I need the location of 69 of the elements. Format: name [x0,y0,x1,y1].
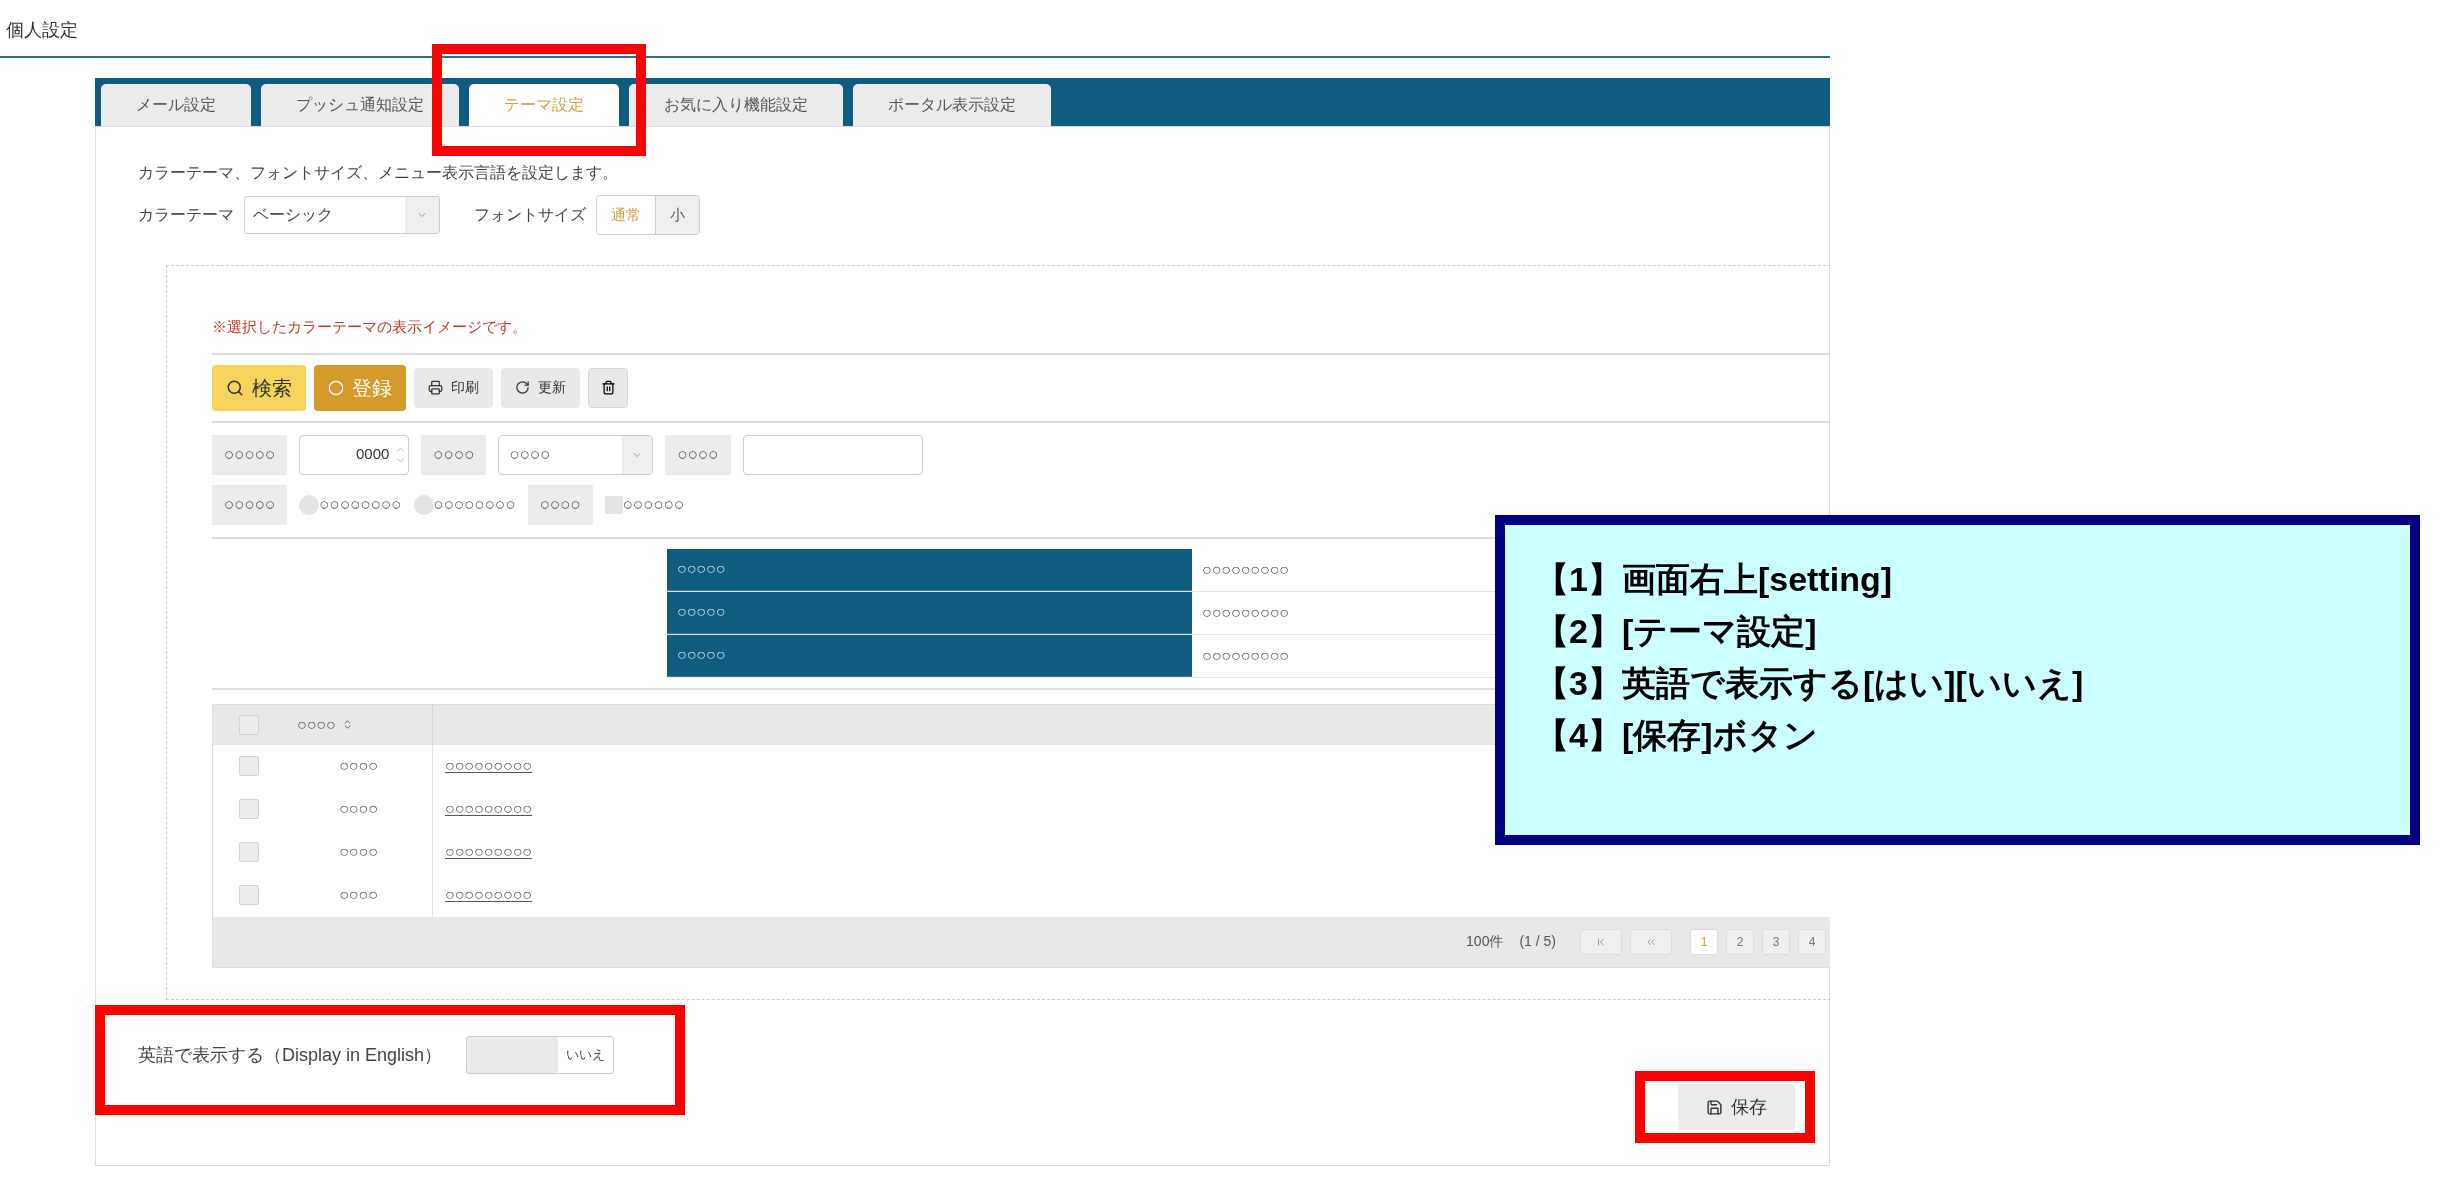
detail-value-cell-text: ○○○○○○○○○ [1201,602,1290,623]
print-button[interactable]: 印刷 [414,367,493,408]
header-checkbox[interactable] [239,714,259,735]
detail-value-cell-text: ○○○○○○○○○ [1201,559,1290,580]
description-text: カラーテーマ、フォントサイズ、メニュー表示言語を設定します。 [138,163,619,183]
radio-option[interactable]: ○○○○○○○○ [413,484,516,525]
tab[interactable]: メール設定 [101,84,251,126]
field-label: ○○○○ [665,434,731,475]
color-theme-dropdown[interactable]: ベーシック [244,196,440,234]
tab[interactable]: お気に入り機能設定 [629,84,843,126]
first-page-button[interactable] [1580,928,1622,955]
printer-icon [428,380,443,395]
row-checkbox[interactable] [239,756,259,776]
checkbox-option[interactable]: ○○○○○○ [604,484,685,525]
previous-page-button[interactable] [1630,928,1672,955]
row-checkbox[interactable] [239,885,259,905]
number-spinner[interactable]: 0000 [299,434,410,475]
refresh-icon [515,380,530,395]
field-label: ○○○○ [421,434,487,475]
table-cell: ○○○○ [285,787,433,831]
delete-button[interactable] [588,367,628,408]
column-header[interactable]: ○○○○ [285,704,433,745]
field-label: ○○○○ [527,484,593,525]
page-title: 個人設定 [6,19,78,42]
page-button[interactable]: 4 [1798,928,1826,955]
search-button[interactable]: 検索 [212,364,306,411]
caret-icon [622,435,653,474]
page-button[interactable]: 2 [1726,928,1754,955]
row-checkbox[interactable] [239,799,259,819]
dropdown[interactable]: ○○○○ [498,434,654,475]
text-field[interactable] [742,434,923,475]
page-button[interactable]: 3 [1762,928,1790,955]
trash-icon [600,380,616,395]
color-theme-label: カラーテーマ [138,205,234,225]
table-cell: ○○○○ [285,873,433,917]
preview-note: ※選択したカラーテーマの表示イメージです。 [212,317,528,337]
circle-icon [328,379,344,396]
field-label: ○○○○○ [212,484,288,525]
refresh-button[interactable]: 更新 [501,367,580,408]
row-checkbox[interactable] [239,842,259,862]
detail-key-cell: ○○○○○ [667,634,1192,677]
table-cell: ○○○○ [285,744,433,788]
table-link[interactable]: ○○○○○○○○○ [445,883,532,907]
toggle-switch[interactable]: いいえ [466,1036,615,1074]
callout-text: 【1】画面右上[setting] [1535,559,1893,600]
save-button[interactable]: 保存 [1678,1084,1795,1130]
search-icon [226,378,244,397]
table-link[interactable]: ○○○○○○○○○ [445,797,532,821]
first-page-icon [1595,935,1607,948]
detail-value-cell-text: ○○○○○○○○○ [1201,645,1290,666]
font-size-label: フォントサイズ [474,205,586,225]
radio-option[interactable]: ○○○○○○○○ [299,484,402,525]
table-link[interactable]: ○○○○○○○○○ [445,840,532,864]
callout-text: 【4】[保存]ボタン [1535,715,1819,756]
font-size-option[interactable]: 小 [655,196,699,234]
table-link[interactable]: ○○○○○○○○○ [445,754,532,778]
caret-icon [405,197,439,233]
record-count: 100件 [1466,932,1504,951]
page-info: (1 / 5) [1519,932,1556,951]
callout-text: 【2】[テーマ設定] [1535,611,1818,652]
save-icon [1706,1098,1723,1116]
table-cell: ○○○○ [285,830,433,874]
english-display-label: 英語で表示する（Display in English） [138,1043,443,1067]
detail-key-cell: ○○○○○ [667,548,1192,591]
field-label: ○○○○○ [212,434,288,475]
tab[interactable]: プッシュ通知設定 [261,84,459,126]
callout-text: 【3】英語で表示する[はい][いいえ] [1535,663,2085,704]
detail-key-cell: ○○○○○ [667,591,1192,634]
tab[interactable]: ポータル表示設定 [853,84,1051,126]
